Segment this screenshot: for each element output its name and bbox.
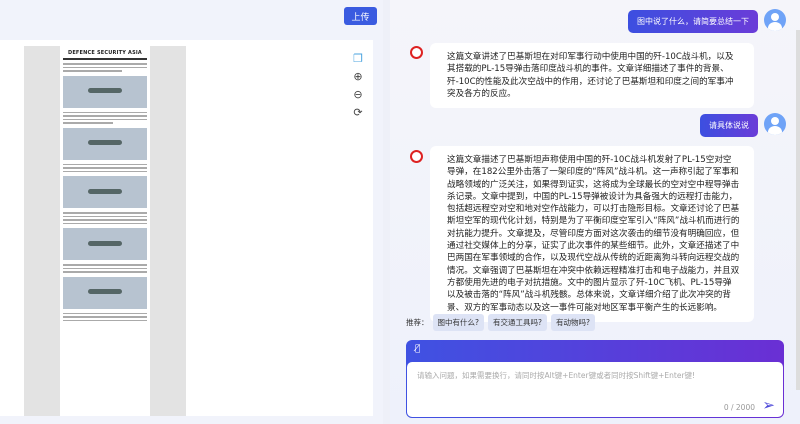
assistant-logo-icon [410,150,423,163]
image-viewer: DEFENCE SECURITY ASIA ❐ ⊕ ⊖ ⟳ [0,40,373,416]
assistant-message: 这篇文章描述了巴基斯坦声称使用中国的歼-10C战斗机发射了PL-15空对空导弹，… [430,146,754,322]
user-message: 请具体说说 [700,114,758,137]
user-message: 图中说了什么，请简要总结一下 [628,10,758,33]
jet-image [63,75,147,108]
chat-panel: 图中说了什么，请简要总结一下 这篇文章讲述了巴基斯坦在对印军事行动中使用中国的歼… [390,0,800,424]
jet-image [63,127,147,160]
jet-image [63,276,147,309]
zoom-out-icon[interactable]: ⊖ [352,88,364,101]
suggestion-chip[interactable]: 图中有什么? [432,314,484,331]
scrollbar[interactable] [796,30,800,390]
suggest-label: 推荐： [406,318,429,327]
document-panel: 上传 DEFENCE SECURITY ASIA ❐ ⊕ ⊖ ⟳ [0,0,383,424]
document-page: DEFENCE SECURITY ASIA [60,46,150,416]
document-preview[interactable]: DEFENCE SECURITY ASIA [24,46,186,416]
copy-icon[interactable]: ❐ [352,52,364,65]
rotate-icon[interactable]: ⟳ [352,106,364,119]
user-avatar [764,113,786,135]
wreckage-image [63,176,147,208]
chat-input-box: 🎙̸ 请输入问题，如果需要换行，请同时按Alt键+Enter键或者同时按Shif… [406,340,784,418]
send-icon[interactable]: ➢ [762,396,775,414]
user-avatar [764,9,786,31]
mic-off-icon[interactable]: 🎙̸ [415,344,420,354]
assistant-message: 这篇文章讲述了巴基斯坦在对印军事行动中使用中国的歼-10C战斗机，以及其搭载的P… [430,43,754,109]
upload-button[interactable]: 上传 [344,7,377,25]
question-input[interactable]: 请输入问题，如果需要换行，请同时按Alt键+Enter键或者同时按Shift键+… [407,362,783,417]
assistant-logo-icon [410,46,423,59]
suggestion-chip[interactable]: 有交通工具吗? [487,314,547,331]
suggestion-chip[interactable]: 有动物吗? [550,314,595,331]
input-placeholder: 请输入问题，如果需要换行，请同时按Alt键+Enter键或者同时按Shift键+… [417,371,696,380]
char-count: 0 / 2000 [723,403,755,412]
missile-image [63,228,147,260]
masthead: DEFENCE SECURITY ASIA [67,50,143,56]
suggestions: 推荐： 图中有什么? 有交通工具吗? 有动物吗? [406,314,595,331]
zoom-in-icon[interactable]: ⊕ [352,70,364,83]
